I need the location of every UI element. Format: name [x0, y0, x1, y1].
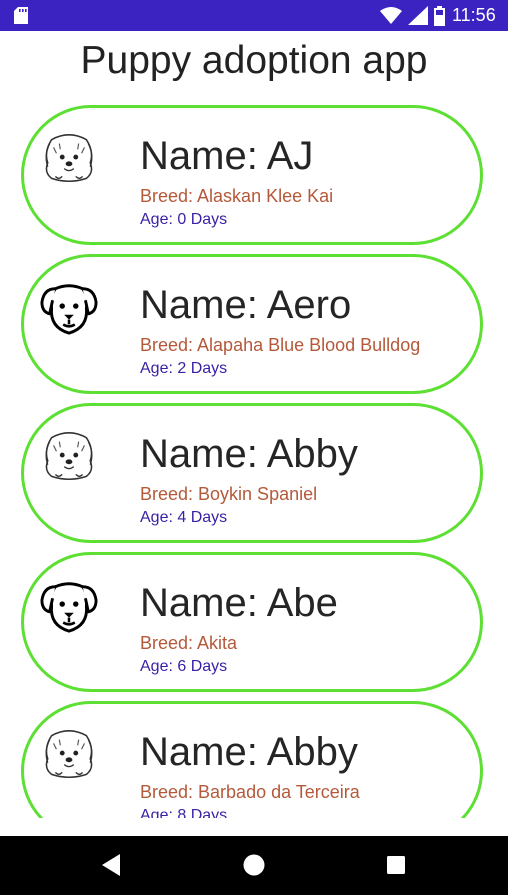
puppy-age: Age: 8 Days [140, 807, 228, 818]
home-icon[interactable] [242, 853, 266, 877]
dog-face-icon [40, 284, 98, 335]
status-clock: 11:56 [452, 5, 496, 25]
back-icon[interactable] [100, 853, 122, 877]
puppy-card[interactable]: Name: Aero Breed: Alapaha Blue Blood Bul… [21, 254, 483, 394]
puppy-name: Name: Aero [140, 283, 352, 327]
puppy-card[interactable]: Name: AJ Breed: Alaskan Klee Kai Age: 0 … [21, 105, 483, 245]
puppy-card[interactable]: Name: Abby Breed: Boykin Spaniel Age: 4 … [21, 403, 483, 543]
fluffy-puppy-icon [45, 432, 93, 481]
puppy-breed: Breed: Alaskan Klee Kai [140, 186, 334, 206]
puppy-age: Age: 4 Days [140, 509, 228, 526]
fluffy-puppy-icon [45, 730, 93, 779]
puppy-name: Name: Abby [140, 432, 358, 476]
status-bar: 11:56 [0, 0, 508, 31]
puppy-card[interactable]: Name: Abe Breed: Akita Age: 6 Days [21, 552, 483, 692]
puppy-breed: Breed: Akita [140, 633, 238, 653]
navigation-bar [0, 836, 508, 895]
dog-face-icon [40, 582, 98, 633]
puppy-breed: Breed: Barbado da Terceira [140, 782, 360, 802]
puppy-age: Age: 0 Days [140, 211, 228, 228]
puppy-name: Name: Abby [140, 730, 358, 774]
page-title: Puppy adoption app [80, 39, 428, 82]
puppy-name: Name: AJ [140, 134, 314, 178]
puppy-name: Name: Abe [140, 581, 338, 625]
puppy-breed: Breed: Alapaha Blue Blood Bulldog [140, 335, 421, 355]
battery-icon [434, 6, 445, 26]
fluffy-puppy-icon [45, 134, 93, 183]
recents-icon[interactable] [386, 855, 406, 875]
puppy-breed: Breed: Boykin Spaniel [140, 484, 318, 504]
cell-signal-icon [408, 6, 428, 25]
puppy-list[interactable]: Name: AJ Breed: Alaskan Klee Kai Age: 0 … [0, 100, 508, 818]
wifi-icon [380, 7, 402, 24]
puppy-age: Age: 6 Days [140, 658, 228, 675]
puppy-age: Age: 2 Days [140, 360, 228, 377]
puppy-card[interactable]: Name: Abby Breed: Barbado da Terceira Ag… [21, 701, 483, 818]
sd-card-icon [14, 7, 28, 24]
